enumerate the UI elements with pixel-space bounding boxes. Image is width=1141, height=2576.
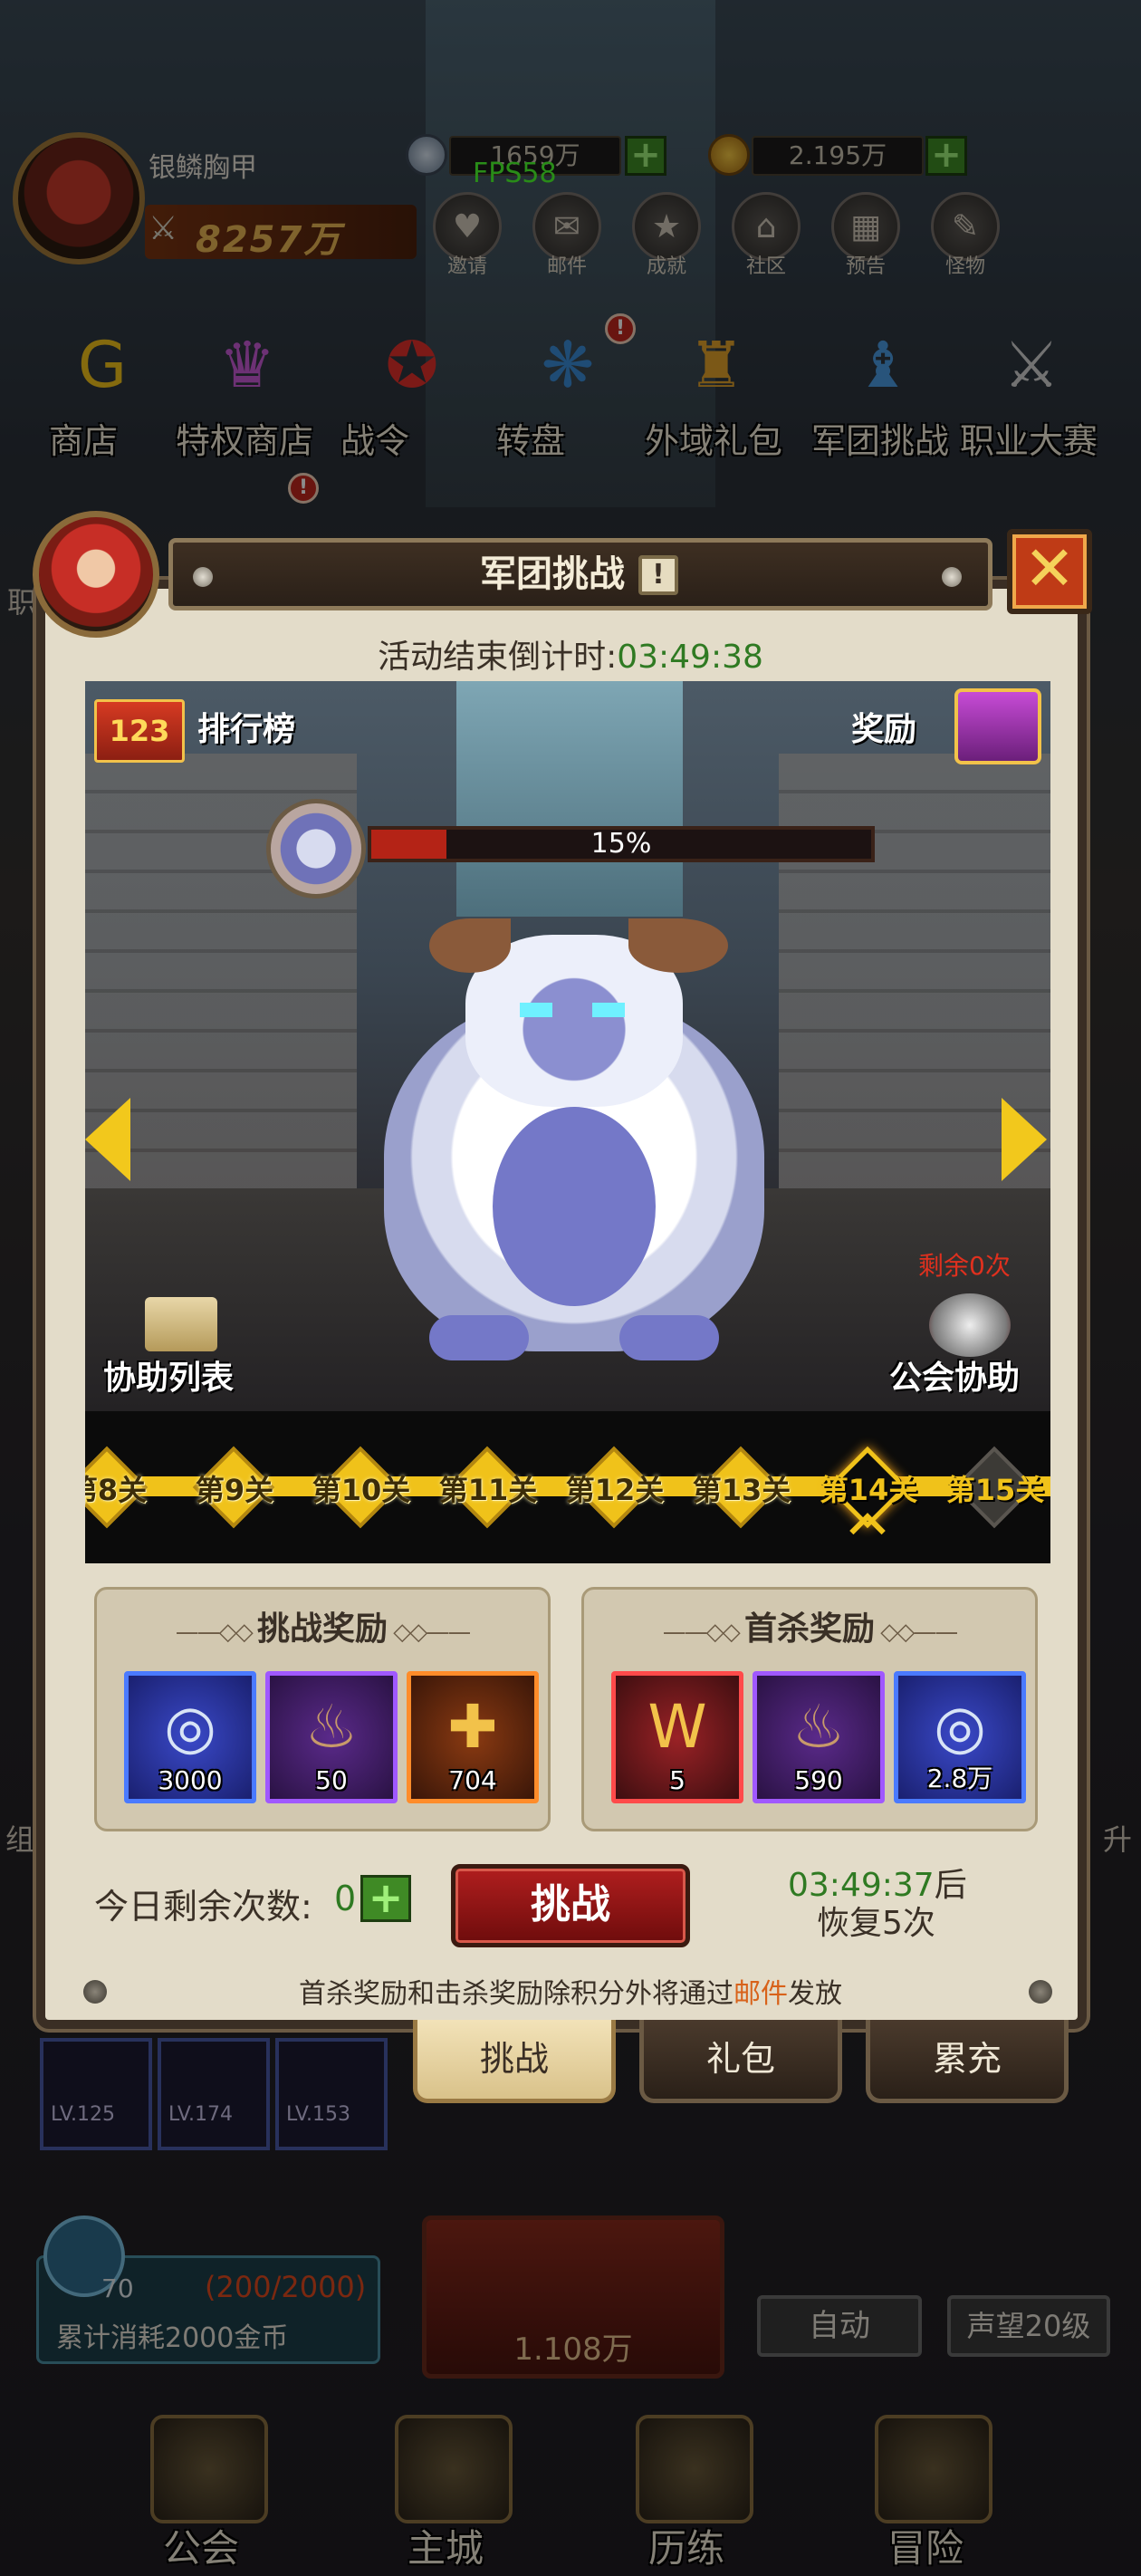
event-countdown: 活动结束倒计时:03:49:38 — [36, 630, 1105, 678]
stage-label: 第11关 — [438, 1473, 538, 1507]
close-button[interactable]: ✕ — [1007, 529, 1092, 614]
silver-coin-reward-item[interactable]: ◎ 2.8万 — [894, 1671, 1026, 1803]
reward-footer-note: 首杀奖励和击杀奖励除积分外将通过邮件发放 — [36, 1971, 1105, 2011]
stage-label: 第14关 — [819, 1473, 918, 1507]
footer-mail-link[interactable]: 邮件 — [734, 1978, 788, 2010]
silver-coin-icon: ◎ — [934, 1692, 986, 1762]
stage-node[interactable]: 第15关 — [931, 1411, 1050, 1563]
yeti-eye — [592, 1003, 625, 1017]
nail-decoration — [1029, 1980, 1052, 2004]
first-kill-rewards-title: ——◇◇ 首杀奖励 ◇◇—— — [662, 1610, 959, 1648]
add-attempts-button[interactable]: + — [360, 1875, 411, 1922]
reward-count: 3000 — [158, 1765, 223, 1795]
challenge-button[interactable]: 挑战 — [451, 1864, 690, 1947]
reward-count: 704 — [448, 1765, 497, 1795]
hero-avatar — [33, 511, 159, 638]
assist-list-button[interactable]: 协助列表 — [103, 1351, 234, 1399]
yeti-foot — [429, 1315, 529, 1360]
stage-label: 第13关 — [692, 1473, 791, 1507]
info-icon[interactable]: ! — [638, 555, 678, 595]
boss-hp-text: 15% — [590, 828, 652, 860]
footer-text: 首杀奖励和击杀奖励除积分外将通过 — [299, 1978, 734, 2010]
treasure-chest-icon[interactable] — [954, 688, 1041, 764]
tab-challenge[interactable]: 挑战 — [413, 2020, 616, 2103]
nail-decoration — [83, 1980, 107, 2004]
stage-node[interactable]: 第9关 — [170, 1411, 299, 1563]
yeti-horn — [429, 918, 511, 973]
scene-sky — [456, 681, 683, 917]
stage-node[interactable]: 第12关 — [551, 1411, 679, 1563]
footer-text-end: 发放 — [788, 1978, 842, 2010]
silver-coin-reward-item[interactable]: ◎ 3000 — [124, 1671, 256, 1803]
first-kill-rewards-panel: ——◇◇ 首杀奖励 ◇◇—— W 5 ♨ 590 ◎ 2.8万 — [581, 1587, 1038, 1831]
stage-node[interactable]: 第14关 — [804, 1411, 933, 1563]
yeti-boss-belly — [493, 1107, 656, 1306]
stage-label: 第9关 — [195, 1473, 274, 1507]
reward-count: 5 — [669, 1765, 686, 1795]
ranking-label[interactable]: 排行榜 — [197, 703, 295, 750]
ranking-trophy-icon[interactable]: 123 — [94, 699, 185, 763]
stage-node[interactable]: 第10关 — [297, 1411, 426, 1563]
next-boss-arrow-icon[interactable] — [1002, 1098, 1047, 1181]
today-remaining-value: 0 — [334, 1879, 357, 1918]
scroll-icon[interactable] — [145, 1297, 217, 1351]
stage-label: 第12关 — [565, 1473, 665, 1507]
reward-count: 2.8万 — [926, 1764, 993, 1793]
helmet-icon[interactable] — [929, 1293, 1011, 1357]
reward-count: 590 — [794, 1765, 843, 1795]
yeti-eye — [520, 1003, 552, 1017]
gold-bag-reward-item[interactable]: ♨ 50 — [265, 1671, 398, 1803]
yeti-foot — [619, 1315, 719, 1360]
tab-recharge[interactable]: 累充 — [866, 2020, 1069, 2103]
challenge-rewards-title-text: 挑战奖励 — [256, 1610, 388, 1648]
countdown-label: 活动结束倒计时: — [378, 639, 618, 676]
challenge-rewards-panel: ——◇◇ 挑战奖励 ◇◇—— ◎ 3000 ♨ 50 ✚ 704 — [94, 1587, 551, 1831]
nail-decoration — [942, 567, 962, 587]
reward-label[interactable]: 奖励 — [851, 703, 916, 750]
recover-time-suffix: 后 — [934, 1867, 967, 1904]
stage-selector: 第8关 第9关 第10关第11关第12关第13关第14关第15关 — [85, 1411, 1050, 1563]
chest-w-icon: W — [647, 1692, 707, 1762]
nail-decoration — [193, 567, 213, 587]
reward-count: 50 — [315, 1765, 348, 1795]
stage-label: 第8关 — [85, 1473, 148, 1507]
chest-w-reward-item[interactable]: W5 — [611, 1671, 743, 1803]
challenge-rewards-title: ——◇◇ 挑战奖励 ◇◇—— — [175, 1610, 472, 1648]
gold-bag-icon: ♨ — [791, 1692, 846, 1762]
stage-label: 第15关 — [945, 1473, 1045, 1507]
stage-node[interactable]: 第8关 — [85, 1411, 172, 1563]
today-remaining-label: 今日剩余次数: — [94, 1887, 312, 1927]
remaining-attempts: 剩余0次 — [918, 1251, 1011, 1281]
boss-scene: 123 排行榜 奖励 15% 剩余0次 协助列表 公会协助 — [85, 681, 1050, 1411]
previous-boss-arrow-icon[interactable] — [85, 1098, 130, 1181]
guild-assist-button[interactable]: 公会协助 — [889, 1351, 1020, 1399]
current-stage-caret-icon — [849, 1513, 886, 1549]
gold-bag-icon: ♨ — [304, 1692, 359, 1762]
gem-cross-reward-item[interactable]: ✚ 704 — [407, 1671, 539, 1803]
tab-gift-pack[interactable]: 礼包 — [639, 2020, 842, 2103]
modal-title: 军团挑战 — [480, 553, 625, 595]
recover-text: 恢复5次 — [817, 1905, 935, 1942]
yeti-horn — [628, 918, 728, 973]
first-kill-rewards-title-text: 首杀奖励 — [743, 1610, 875, 1648]
stage-node[interactable]: 第11关 — [424, 1411, 552, 1563]
silver-coin-icon: ◎ — [164, 1692, 216, 1762]
gem-cross-icon: ✚ — [447, 1692, 498, 1762]
stage-node[interactable]: 第13关 — [677, 1411, 806, 1563]
gold-bag-reward-item[interactable]: ♨ 590 — [753, 1671, 885, 1803]
boss-portrait — [266, 799, 366, 899]
stage-label: 第10关 — [312, 1473, 411, 1507]
countdown-value: 03:49:38 — [617, 639, 763, 676]
